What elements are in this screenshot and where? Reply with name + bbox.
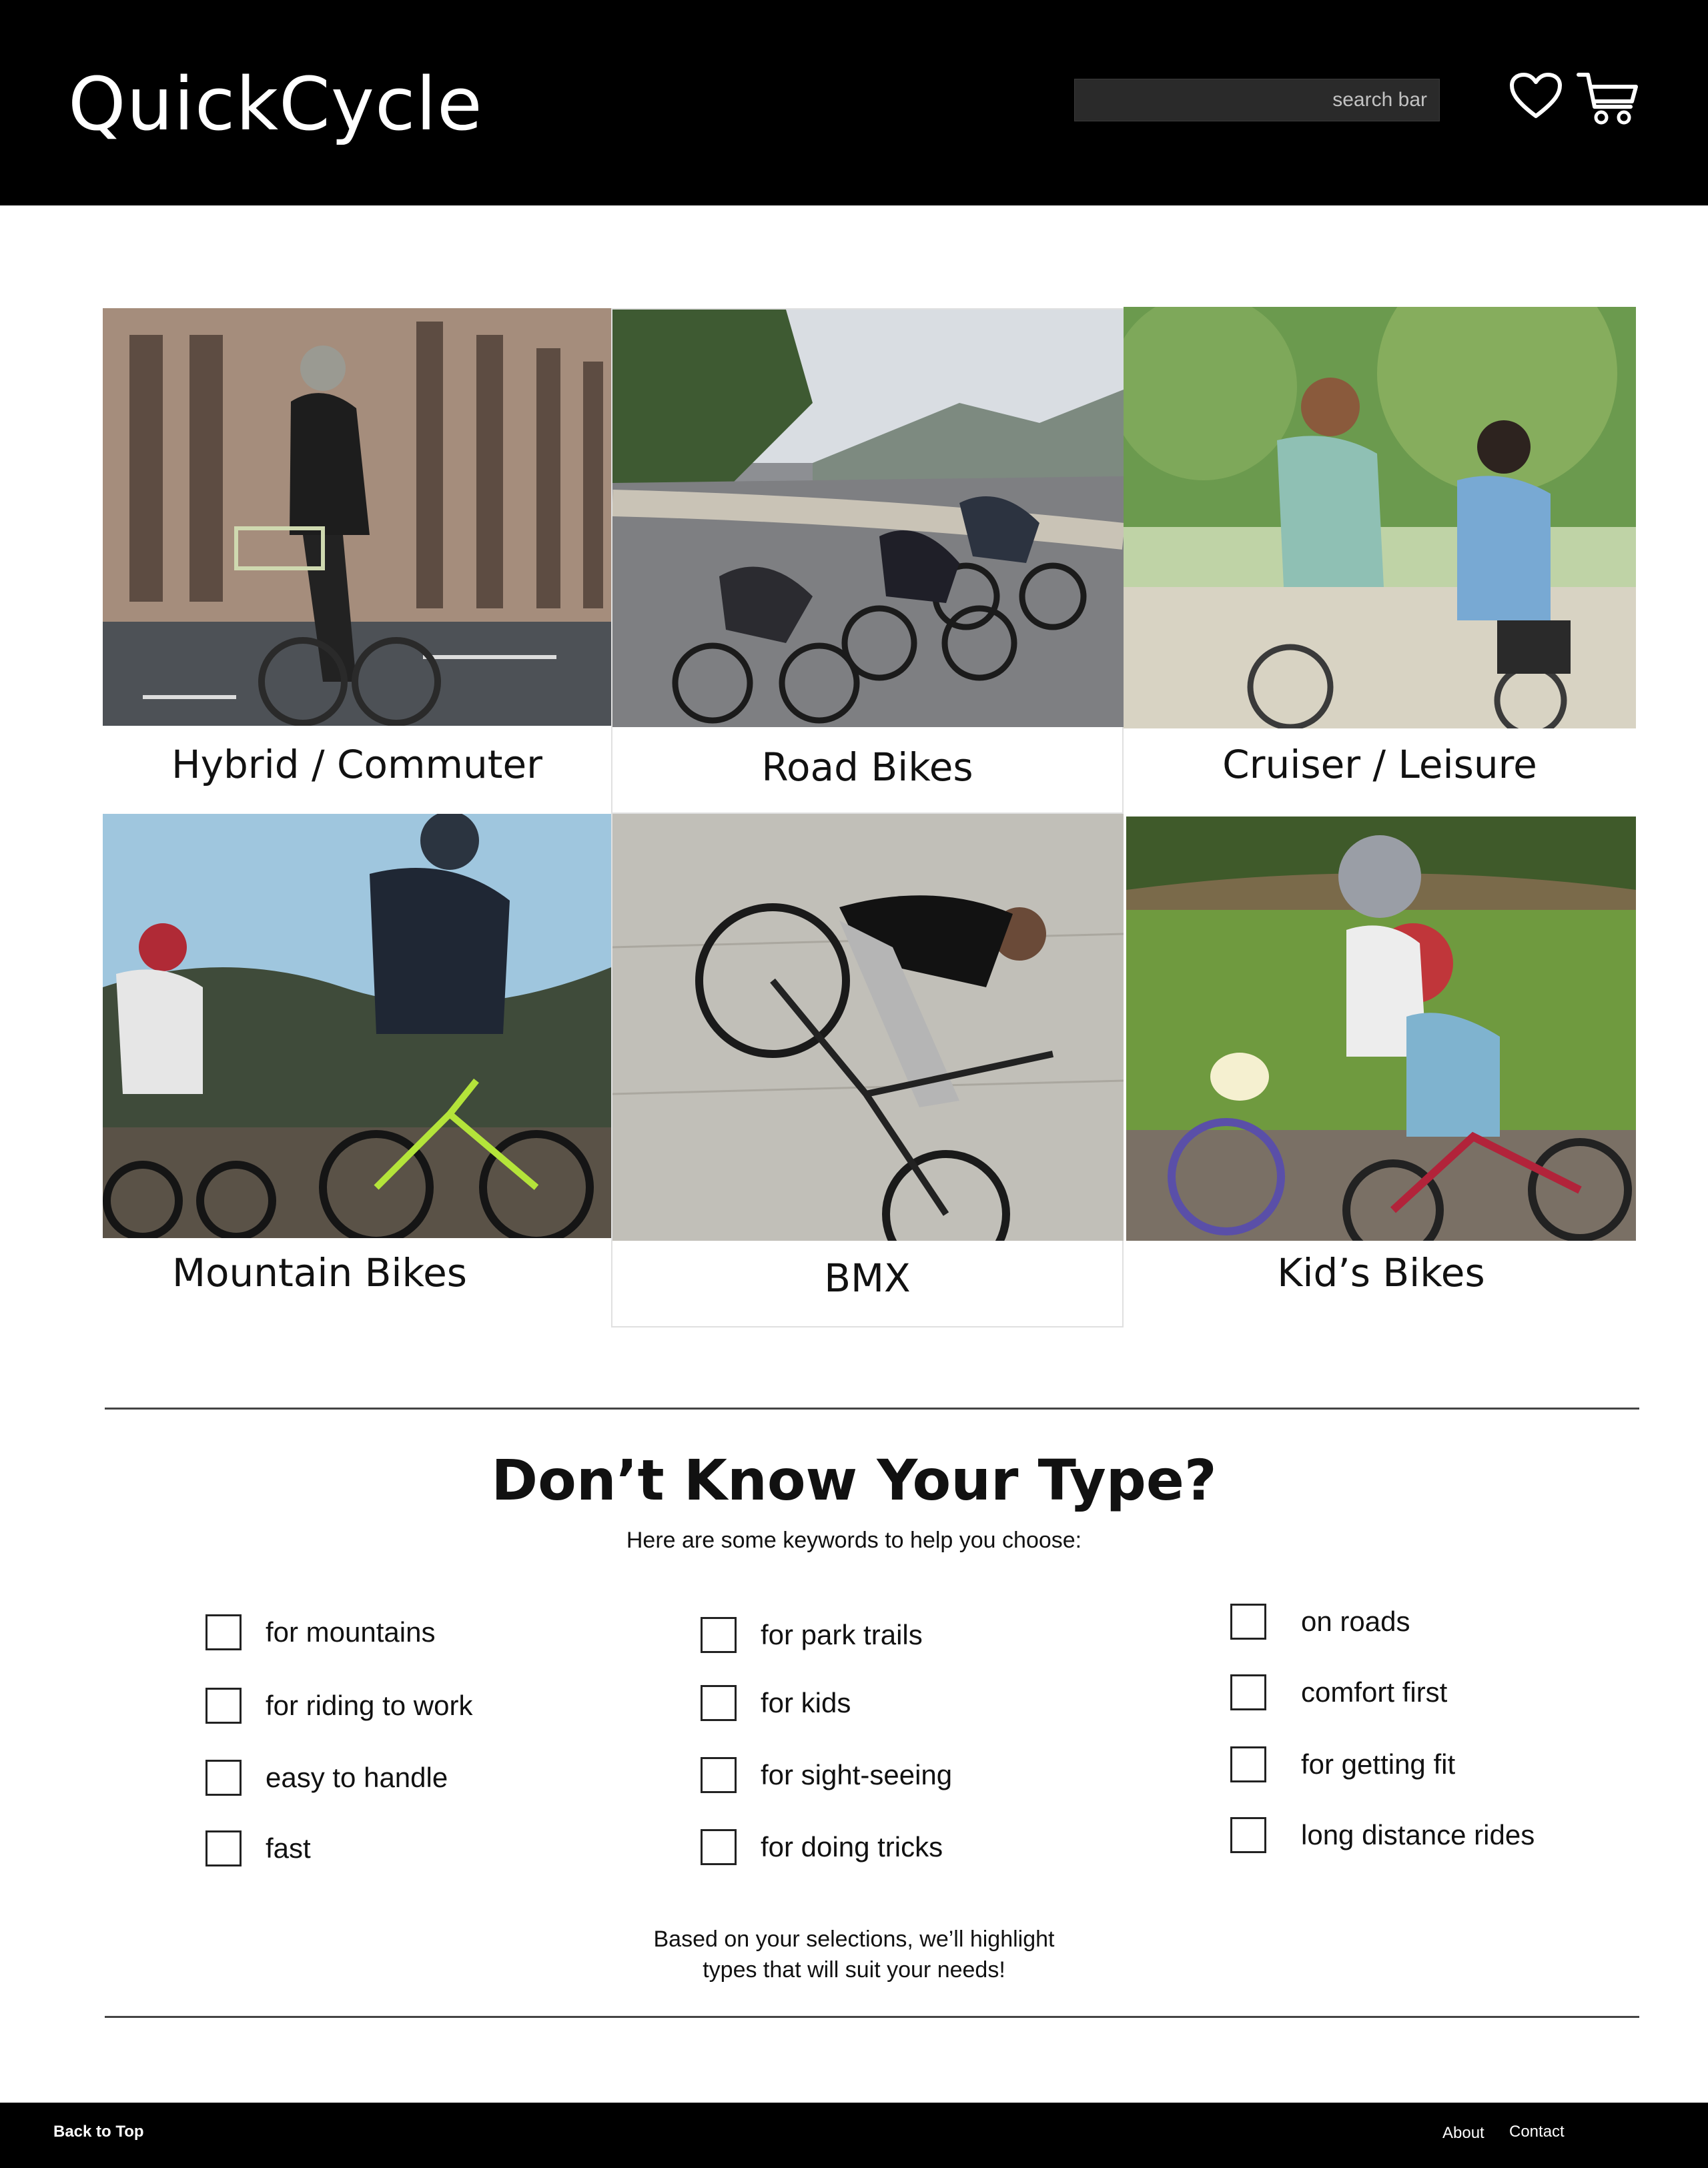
- contact-link[interactable]: Contact: [1509, 2123, 1565, 2141]
- top-bar: QuickCycle: [0, 0, 1708, 205]
- checkbox[interactable]: [1230, 1604, 1266, 1640]
- keyword-label: for sight-seeing: [761, 1759, 953, 1790]
- category-tile-hybrid[interactable]: Hybrid / Commuter: [103, 308, 611, 812]
- keyword-checkbox[interactable]: for kids: [701, 1685, 851, 1721]
- category-tile-road[interactable]: Road Bikes: [611, 308, 1124, 814]
- category-label: Cruiser / Leisure: [1222, 742, 1537, 787]
- checkbox[interactable]: [205, 1688, 242, 1724]
- category-label: BMX: [824, 1255, 911, 1301]
- category-tile-cruiser[interactable]: Cruiser / Leisure: [1124, 307, 1636, 821]
- section-divider-top: [105, 1408, 1639, 1410]
- keyword-label: for doing tricks: [761, 1831, 943, 1862]
- section-divider-bottom: [105, 2016, 1639, 2018]
- cart-icon[interactable]: [1576, 69, 1640, 125]
- mountain-photo: [103, 814, 611, 1238]
- checkbox[interactable]: [1230, 1746, 1266, 1782]
- helper-subtitle: Here are some keywords to help you choos…: [626, 1528, 1082, 1553]
- keyword-label: fast: [266, 1832, 311, 1864]
- checkbox[interactable]: [701, 1617, 737, 1653]
- keyword-checkbox[interactable]: easy to handle: [205, 1760, 448, 1796]
- keyword-checkbox[interactable]: for mountains: [205, 1614, 435, 1650]
- keyword-label: for park trails: [761, 1619, 923, 1650]
- category-label: Road Bikes: [761, 744, 973, 790]
- helper-note-line: Based on your selections, we’ll highligh…: [653, 1927, 1055, 1952]
- about-link[interactable]: About: [1442, 2124, 1484, 2143]
- checkbox[interactable]: [205, 1614, 242, 1650]
- keyword-checkbox[interactable]: long distance rides: [1230, 1817, 1535, 1853]
- keyword-checkbox[interactable]: comfort first: [1230, 1674, 1447, 1710]
- category-tile-bmx[interactable]: BMX: [611, 812, 1124, 1327]
- keyword-checkbox[interactable]: for riding to work: [205, 1688, 472, 1724]
- keyword-label: easy to handle: [266, 1762, 448, 1793]
- keyword-label: comfort first: [1301, 1676, 1448, 1708]
- category-tile-kids[interactable]: Kid’s Bikes: [1126, 817, 1636, 1327]
- checkbox[interactable]: [1230, 1674, 1266, 1710]
- brand-logo[interactable]: QuickCycle: [68, 61, 483, 147]
- keyword-label: for riding to work: [266, 1690, 473, 1721]
- category-tile-mountain[interactable]: Mountain Bikes: [103, 814, 611, 1321]
- cruiser-photo: [1124, 307, 1636, 728]
- keyword-label: long distance rides: [1301, 1819, 1535, 1850]
- helper-title: Don’t Know Your Type?: [491, 1448, 1217, 1513]
- checkbox[interactable]: [701, 1829, 737, 1865]
- keyword-label: for kids: [761, 1687, 851, 1718]
- keyword-checkbox[interactable]: on roads: [1230, 1604, 1410, 1640]
- keyword-label: on roads: [1301, 1606, 1410, 1637]
- hybrid-photo: [103, 308, 611, 726]
- keyword-checkbox[interactable]: for sight-seeing: [701, 1757, 952, 1793]
- keyword-checkbox[interactable]: for doing tricks: [701, 1829, 943, 1865]
- checkbox[interactable]: [701, 1757, 737, 1793]
- category-label: Hybrid / Commuter: [171, 742, 542, 787]
- kids-photo: [1126, 817, 1636, 1241]
- helper-note: Based on your selections, we’ll highligh…: [0, 1924, 1708, 1985]
- road-photo: [612, 310, 1124, 727]
- bmx-photo: [612, 814, 1124, 1241]
- checkbox[interactable]: [1230, 1817, 1266, 1853]
- checkbox[interactable]: [205, 1830, 242, 1866]
- checkbox[interactable]: [205, 1760, 242, 1796]
- keyword-label: for mountains: [266, 1616, 436, 1648]
- search-input[interactable]: [1074, 79, 1440, 121]
- keyword-label: for getting fit: [1301, 1748, 1456, 1780]
- checkbox[interactable]: [701, 1685, 737, 1721]
- category-label: Kid’s Bikes: [1277, 1250, 1485, 1295]
- keyword-checkbox[interactable]: for getting fit: [1230, 1746, 1455, 1782]
- helper-note-line: types that will suit your needs!: [703, 1957, 1005, 1983]
- back-to-top-link[interactable]: Back to Top: [53, 2123, 144, 2141]
- heart-icon[interactable]: [1509, 72, 1563, 120]
- footer: Back to Top About Contact: [0, 2103, 1708, 2168]
- keyword-checkbox[interactable]: fast: [205, 1830, 311, 1866]
- category-label: Mountain Bikes: [172, 1250, 467, 1295]
- keyword-checkbox[interactable]: for park trails: [701, 1617, 923, 1653]
